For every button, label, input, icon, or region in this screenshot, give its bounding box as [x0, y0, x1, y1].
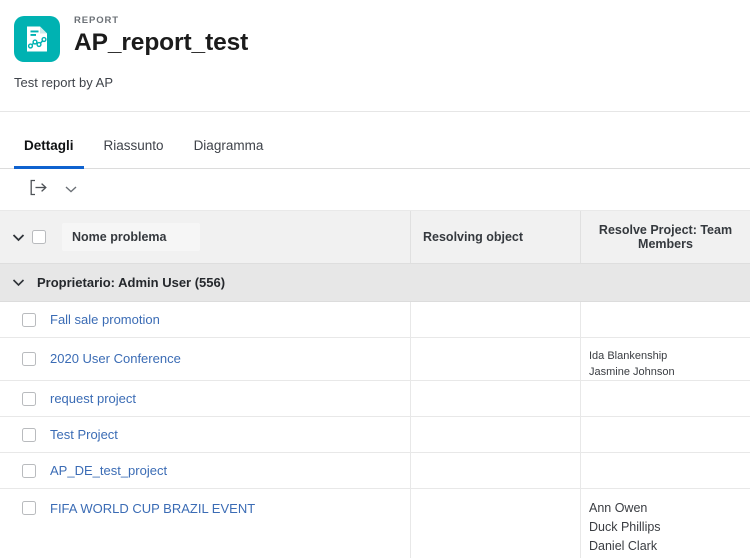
cell-resolving-object [410, 417, 580, 452]
team-member-name: Duck Phillips [589, 520, 661, 534]
team-members-list: Ann Owen Duck Phillips Daniel Clark [589, 499, 661, 556]
cell-nome-problema: request project [0, 381, 410, 416]
team-member-name: Daniel Clark [589, 539, 658, 553]
cell-team-members: Ann Owen Duck Phillips Daniel Clark [580, 489, 750, 558]
cell-team-members [580, 381, 750, 416]
table-row[interactable]: FIFA WORLD CUP BRAZIL EVENT Ann Owen Duck… [0, 489, 750, 558]
tab-dettagli[interactable]: Dettagli [14, 138, 84, 169]
cell-nome-problema: Fall sale promotion [0, 302, 410, 337]
report-document-chart-icon [14, 16, 60, 62]
table-row[interactable]: request project [0, 381, 750, 417]
export-icon [29, 179, 48, 201]
tab-diagramma[interactable]: Diagramma [184, 138, 274, 168]
row-checkbox[interactable] [22, 463, 36, 478]
row-checkbox[interactable] [22, 391, 36, 406]
team-members-list: Ida Blankenship Jasmine Johnson [589, 348, 675, 380]
tab-riassunto[interactable]: Riassunto [94, 138, 174, 168]
row-link-name[interactable]: Fall sale promotion [50, 312, 160, 328]
team-member-name: Ann Owen [589, 501, 648, 515]
row-link-name[interactable]: AP_DE_test_project [50, 463, 167, 479]
table-row[interactable]: Test Project [0, 417, 750, 453]
cell-nome-problema: 2020 User Conference [0, 338, 410, 380]
column-header-team-members[interactable]: Resolve Project: Team Members [580, 211, 750, 263]
cell-resolving-object [410, 453, 580, 488]
row-link-name[interactable]: 2020 User Conference [50, 351, 181, 367]
column-header-resolving-object[interactable]: Resolving object [410, 211, 580, 263]
cell-team-members [580, 453, 750, 488]
cell-nome-problema: AP_DE_test_project [0, 453, 410, 488]
table-row[interactable]: Fall sale promotion [0, 302, 750, 338]
report-table: Nome problema Resolving object Resolve P… [0, 211, 750, 558]
row-link-name[interactable]: request project [50, 391, 136, 407]
toolbar-dropdown-button[interactable] [58, 177, 84, 203]
cell-resolving-object [410, 381, 580, 416]
row-checkbox[interactable] [22, 501, 36, 515]
table-toolbar [0, 169, 750, 211]
export-button[interactable] [24, 177, 52, 203]
cell-nome-problema: Test Project [0, 417, 410, 452]
team-member-name: Ida Blankenship [589, 350, 668, 362]
row-checkbox[interactable] [22, 352, 36, 366]
cell-team-members: Ida Blankenship Jasmine Johnson [580, 338, 750, 380]
table-header-row: Nome problema Resolving object Resolve P… [0, 211, 750, 264]
cell-team-members [580, 302, 750, 337]
chevron-down-icon [64, 181, 78, 199]
group-row-label: Proprietario: Admin User (556) [37, 275, 226, 290]
cell-nome-problema: FIFA WORLD CUP BRAZIL EVENT [0, 489, 410, 558]
tab-bar: Dettagli Riassunto Diagramma [0, 112, 750, 169]
column-header-label-nome-problema[interactable]: Nome problema [62, 223, 201, 251]
report-eyebrow-label: REPORT [74, 15, 119, 26]
cell-team-members [580, 417, 750, 452]
group-row-proprietario[interactable]: Proprietario: Admin User (556) [0, 264, 750, 302]
page-title: AP_report_test [74, 29, 249, 56]
column-header-label-resolving-object: Resolving object [423, 230, 524, 244]
column-header-label-team-members: Resolve Project: Team Members [598, 223, 733, 251]
page-header: REPORT AP_report_test Test report by AP [0, 0, 750, 112]
row-link-name[interactable]: Test Project [50, 427, 118, 443]
expand-all-chevron-down-icon[interactable] [10, 229, 26, 245]
team-member-name: Jasmine Johnson [589, 365, 675, 378]
cell-resolving-object [410, 489, 580, 558]
select-all-checkbox[interactable] [32, 230, 46, 244]
row-link-name[interactable]: FIFA WORLD CUP BRAZIL EVENT [50, 501, 255, 517]
cell-resolving-object [410, 338, 580, 380]
table-row[interactable]: 2020 User Conference Ida Blankenship Jasm… [0, 338, 750, 381]
header-row: REPORT AP_report_test [0, 14, 750, 62]
cell-resolving-object [410, 302, 580, 337]
report-description: Test report by AP [14, 75, 113, 90]
header-text-block: REPORT AP_report_test [74, 14, 248, 57]
column-header-nome-problema: Nome problema [0, 211, 410, 263]
row-checkbox[interactable] [22, 427, 36, 442]
row-checkbox[interactable] [22, 312, 36, 327]
group-collapse-chevron-down-icon[interactable] [10, 275, 26, 291]
table-row[interactable]: AP_DE_test_project [0, 453, 750, 489]
